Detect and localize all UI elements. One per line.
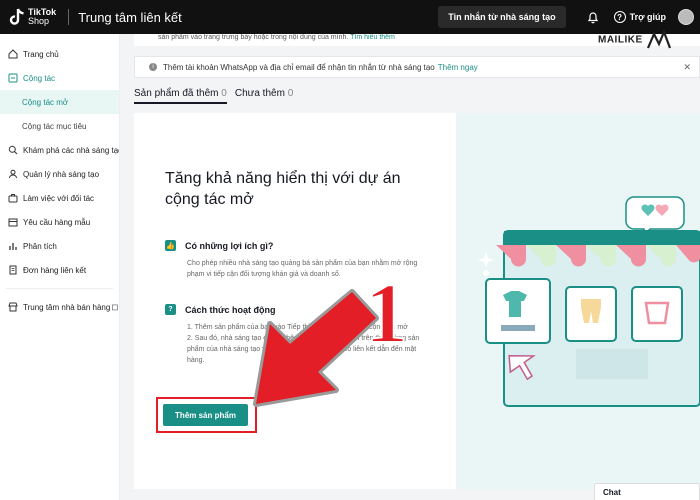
benefits-description: Cho phép nhiều nhà sáng tạo quảng bá sản… <box>187 260 418 278</box>
sidebar-item-partners[interactable]: Làm việc với đối tác <box>0 186 119 210</box>
tiktok-shop-logo[interactable]: TikTok Shop <box>8 7 56 27</box>
logo-text: TikTok Shop <box>28 7 57 26</box>
illustration-panel <box>456 113 700 489</box>
tab-added-products[interactable]: Sản phẩm đã thêm 0 <box>134 88 227 104</box>
sidebar-item-collaboration[interactable]: Cộng tác <box>0 66 119 90</box>
bell-icon <box>587 11 598 23</box>
search-icon <box>8 145 18 155</box>
sidebar-divider <box>6 288 113 289</box>
logo-divider <box>68 9 70 25</box>
package-icon <box>8 218 18 227</box>
empty-state-headline: Tăng khả năng hiển thị với dự án cộng tá… <box>165 170 401 208</box>
tab-not-added[interactable]: Chưa thêm 0 <box>235 88 293 104</box>
add-product-button[interactable]: Thêm sản phẩm <box>163 404 248 426</box>
store-icon <box>8 302 18 312</box>
sidebar-item-home[interactable]: Trang chủ <box>0 42 119 66</box>
tiktok-note-icon <box>9 8 24 25</box>
watermark-mark-icon <box>646 29 671 49</box>
notifications-button[interactable] <box>578 0 608 34</box>
benefits-heading: 👍 Có những lợi ích gì? <box>165 240 274 251</box>
sidebar-item-open-collaboration[interactable]: Cộng tác mở <box>0 90 119 114</box>
chart-icon <box>9 243 17 250</box>
order-icon <box>9 265 17 275</box>
question-icon: ? <box>613 11 626 23</box>
home-icon <box>8 49 18 59</box>
empty-state-text: Tăng khả năng hiển thị với dự án cộng tá… <box>134 113 456 489</box>
help-button[interactable]: ? Trợ giúp <box>613 11 666 23</box>
page-title: Trung tâm liên kết <box>78 9 182 25</box>
main-content: sản phẩm vào trang trưng bày hoặc trong … <box>120 29 700 500</box>
sidebar-item-analytics[interactable]: Phân tích <box>0 234 119 258</box>
sidebar-item-affiliate-orders[interactable]: Đơn hàng liên kết <box>0 258 119 282</box>
avatar[interactable] <box>678 9 694 25</box>
how-it-works-steps: 1. Thêm sản phẩm của bạn vào Tiếp thị li… <box>187 324 420 364</box>
top-bar: TikTok Shop Trung tâm liên kết Tin nhắn … <box>0 0 700 34</box>
sidebar-item-manage-creators[interactable]: Quản lý nhà sáng tạo <box>0 162 119 186</box>
whatsapp-notice: i Thêm tài khoản WhatsApp và địa chỉ ema… <box>134 56 700 78</box>
info-icon: i <box>149 63 157 71</box>
add-now-link[interactable]: Thêm ngay <box>438 63 478 72</box>
external-link-icon <box>112 304 119 311</box>
sidebar-item-seller-center[interactable]: Trung tâm nhà bán hàng <box>0 295 119 319</box>
how-it-works-heading: ? Cách thức hoạt động <box>165 304 276 315</box>
thumbs-up-icon: 👍 <box>165 240 176 251</box>
question-badge-icon: ? <box>165 304 176 315</box>
learn-more-link[interactable]: Tìm hiểu thêm <box>350 34 395 41</box>
collaboration-icon <box>8 73 18 83</box>
storefront-illustration <box>478 196 700 407</box>
users-icon <box>9 169 17 179</box>
sidebar-item-sample-requests[interactable]: Yêu cầu hàng mẫu <box>0 210 119 234</box>
chat-widget[interactable]: Chat <box>594 483 700 500</box>
briefcase-icon <box>8 194 18 203</box>
sidebar-item-target-collaboration[interactable]: Cộng tác mục tiêu <box>0 114 119 138</box>
empty-state-card: Tăng khả năng hiển thị với dự án cộng tá… <box>134 113 700 489</box>
product-tabs: Sản phẩm đã thêm 0 Chưa thêm 0 <box>134 88 301 104</box>
sidebar-item-discover-creators[interactable]: Khám phá các nhà sáng tạo <box>0 138 119 162</box>
creator-messages-button[interactable]: Tin nhắn từ nhà sáng tạo <box>438 6 566 28</box>
close-icon[interactable]: ✕ <box>683 62 691 73</box>
watermark-logo: MAILIKE <box>598 29 672 50</box>
sidebar: Trang chủ Cộng tác Cộng tác mở Cộng tác … <box>0 34 120 500</box>
